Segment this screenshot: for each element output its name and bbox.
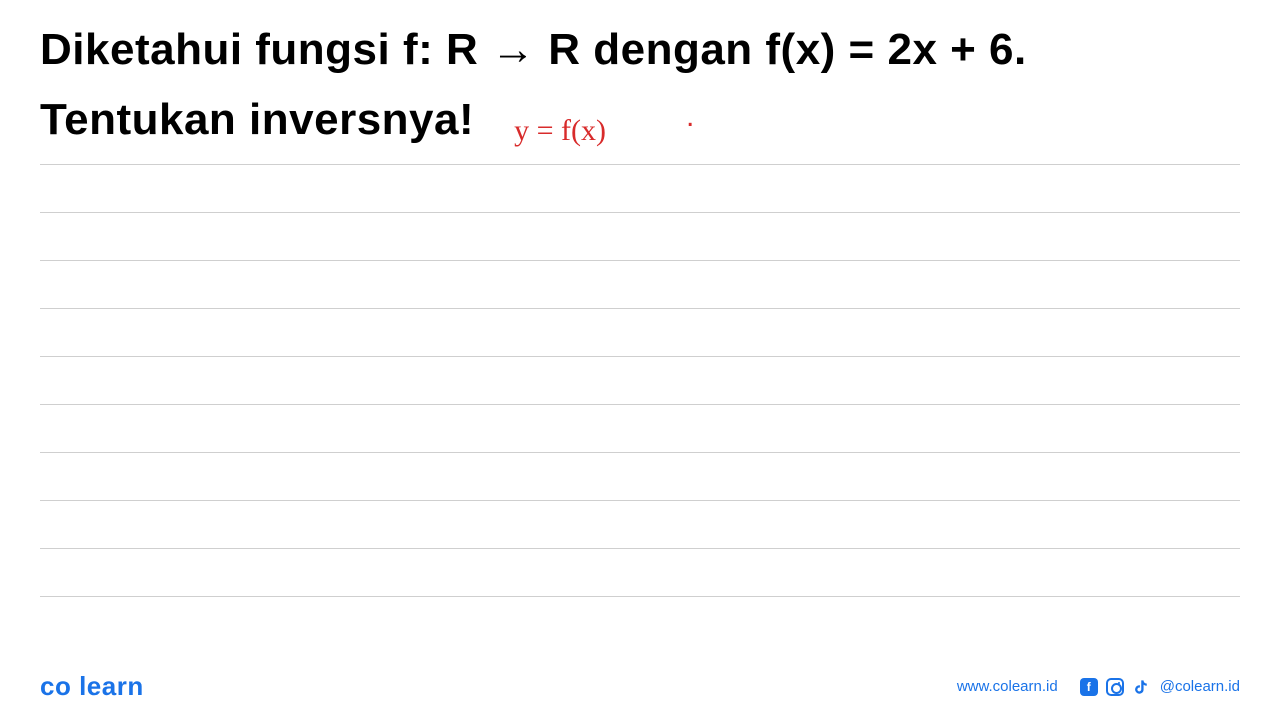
brand-logo: co learn [40,671,144,702]
social-icons-group: f @colearn.id [1080,678,1240,696]
footer-bar: co learn www.colearn.id f @colearn.id [0,671,1280,702]
tiktok-icon [1132,678,1150,696]
footer-right-group: www.colearn.id f @colearn.id [957,678,1240,696]
handwritten-annotation: y = f(x) [514,114,606,148]
ruled-paper-lines [0,157,1280,597]
website-url: www.colearn.id [957,678,1058,695]
handwritten-dot: . [686,100,694,134]
whiteboard-content: Diketahui fungsi f: R → R dengan f(x) = … [0,0,1280,145]
problem-text-line1: Diketahui fungsi f: R → R dengan f(x) = … [40,25,1240,75]
problem-line2-row: Tentukan inversnya! y = f(x) . [40,95,1240,145]
problem-text-line2: Tentukan inversnya! [40,95,474,145]
social-handle: @colearn.id [1160,678,1240,695]
instagram-icon [1106,678,1124,696]
facebook-icon: f [1080,678,1098,696]
